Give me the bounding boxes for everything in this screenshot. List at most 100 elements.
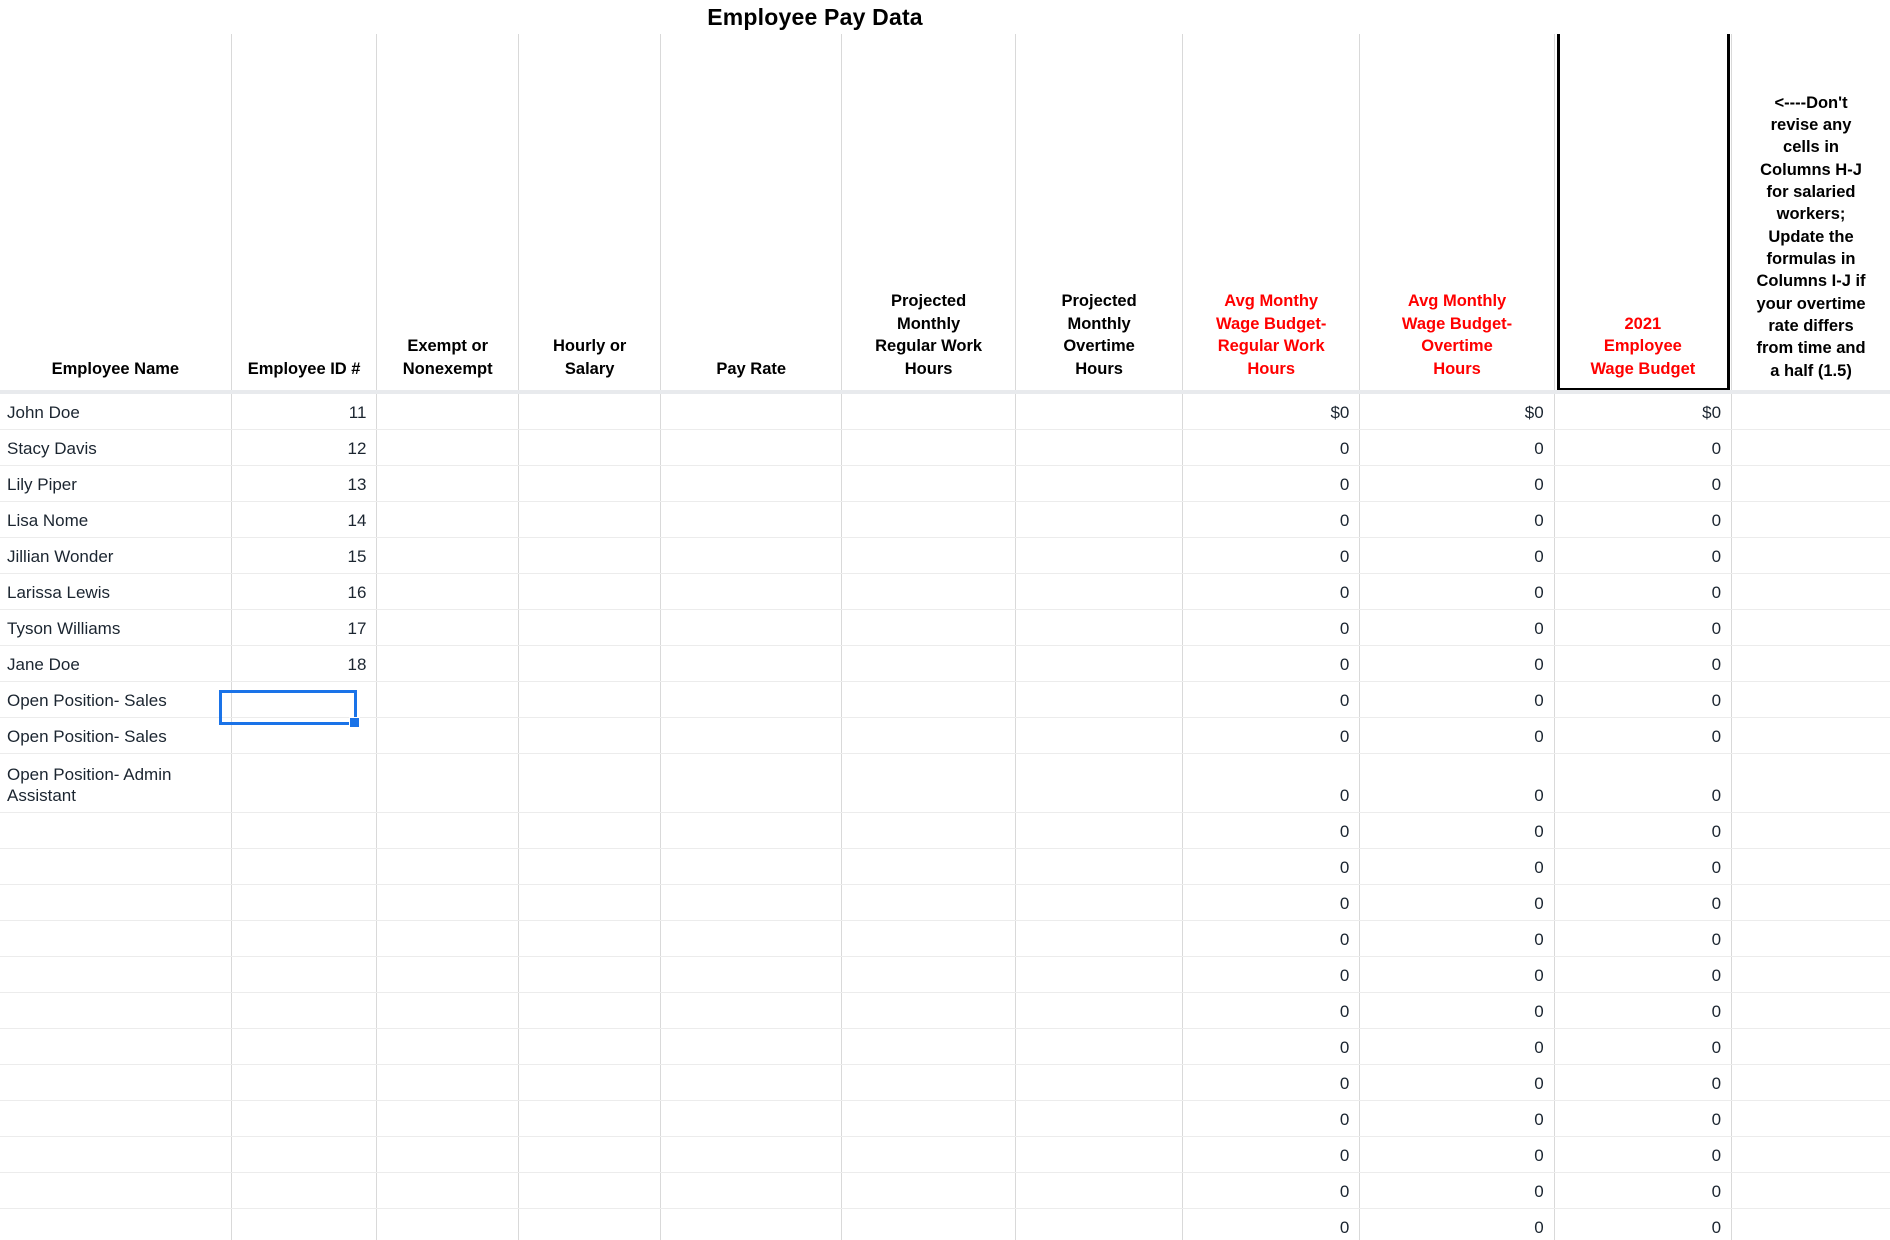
cell-employee-name[interactable]: Larissa Lewis: [0, 573, 232, 610]
cell-avg-budget-overtime[interactable]: 0: [1359, 753, 1555, 813]
cell-avg-budget-regular[interactable]: 0: [1182, 501, 1361, 538]
cell-avg-budget-overtime[interactable]: 0: [1359, 717, 1555, 754]
cell-avg-budget-regular[interactable]: 0: [1182, 681, 1361, 718]
cell-projected-regular-hours[interactable]: [841, 465, 1017, 502]
cell-employee-id[interactable]: [231, 1172, 378, 1209]
cell-employee-id[interactable]: [231, 1064, 378, 1101]
cell-employee-id[interactable]: 16: [231, 573, 378, 610]
cell-employee-wage-budget[interactable]: 0: [1554, 429, 1733, 466]
cell-employee-id[interactable]: [231, 812, 378, 849]
cell-exempt-or-nonexempt[interactable]: [376, 1100, 519, 1137]
cell-avg-budget-regular[interactable]: 0: [1182, 609, 1361, 646]
cell-projected-overtime-hours[interactable]: [1015, 573, 1184, 610]
cell-avg-budget-regular[interactable]: 0: [1182, 920, 1361, 957]
cell-pay-rate[interactable]: [660, 681, 842, 718]
cell-avg-budget-regular[interactable]: 0: [1182, 465, 1361, 502]
cell-projected-regular-hours[interactable]: [841, 537, 1017, 574]
cell-avg-budget-overtime[interactable]: 0: [1359, 884, 1555, 921]
cell-employee-name[interactable]: [0, 1208, 232, 1240]
cell-hourly-or-salary[interactable]: [518, 920, 662, 957]
cell-avg-budget-regular[interactable]: 0: [1182, 1028, 1361, 1065]
cell-avg-budget-overtime[interactable]: 0: [1359, 1208, 1555, 1240]
cell-pay-rate[interactable]: [660, 717, 842, 754]
cell-exempt-or-nonexempt[interactable]: [376, 573, 519, 610]
cell-hourly-or-salary[interactable]: [518, 1136, 662, 1173]
cell-avg-budget-regular[interactable]: 0: [1182, 848, 1361, 885]
cell-hourly-or-salary[interactable]: [518, 681, 662, 718]
cell-avg-budget-overtime[interactable]: 0: [1359, 1028, 1555, 1065]
table-row[interactable]: Lily Piper 13 0 0 0: [0, 465, 1890, 502]
cell-employee-wage-budget[interactable]: 0: [1554, 753, 1733, 813]
cell-avg-budget-regular[interactable]: 0: [1182, 645, 1361, 682]
cell-pay-rate[interactable]: [660, 573, 842, 610]
cell-employee-name[interactable]: Open Position- Sales: [0, 681, 232, 718]
cell-pay-rate[interactable]: [660, 1136, 842, 1173]
cell-avg-budget-overtime[interactable]: 0: [1359, 1136, 1555, 1173]
cell-exempt-or-nonexempt[interactable]: [376, 645, 519, 682]
cell-employee-name[interactable]: Tyson Williams: [0, 609, 232, 646]
table-row[interactable]: Larissa Lewis 16 0 0 0: [0, 573, 1890, 610]
cell-employee-wage-budget[interactable]: 0: [1554, 609, 1733, 646]
cell-avg-budget-regular[interactable]: 0: [1182, 1172, 1361, 1209]
cell-employee-name[interactable]: [0, 1064, 232, 1101]
cell-projected-overtime-hours[interactable]: [1015, 753, 1184, 813]
cell-avg-budget-overtime[interactable]: 0: [1359, 645, 1555, 682]
cell-note[interactable]: [1731, 501, 1890, 538]
cell-avg-budget-regular[interactable]: 0: [1182, 717, 1361, 754]
table-row[interactable]: Jane Doe 18 0 0 0: [0, 645, 1890, 682]
cell-employee-name[interactable]: [0, 884, 232, 921]
cell-projected-regular-hours[interactable]: [841, 1064, 1017, 1101]
cell-exempt-or-nonexempt[interactable]: [376, 848, 519, 885]
cell-hourly-or-salary[interactable]: [518, 884, 662, 921]
cell-pay-rate[interactable]: [660, 1028, 842, 1065]
cell-exempt-or-nonexempt[interactable]: [376, 537, 519, 574]
cell-employee-id[interactable]: 11: [231, 392, 378, 430]
column-header-avg-budget-regular[interactable]: Avg Monthy Wage Budget- Regular Work Hours: [1182, 34, 1361, 394]
cell-note[interactable]: [1731, 956, 1890, 993]
cell-note[interactable]: [1731, 1100, 1890, 1137]
cell-exempt-or-nonexempt[interactable]: [376, 884, 519, 921]
cell-avg-budget-regular[interactable]: 0: [1182, 884, 1361, 921]
cell-projected-regular-hours[interactable]: [841, 1208, 1017, 1240]
cell-projected-overtime-hours[interactable]: [1015, 717, 1184, 754]
cell-projected-regular-hours[interactable]: [841, 501, 1017, 538]
cell-avg-budget-regular[interactable]: 0: [1182, 429, 1361, 466]
cell-projected-overtime-hours[interactable]: [1015, 1208, 1184, 1240]
table-row[interactable]: 0 0 0: [0, 1100, 1890, 1137]
table-row[interactable]: 0 0 0: [0, 1028, 1890, 1065]
cell-employee-name[interactable]: [0, 956, 232, 993]
cell-exempt-or-nonexempt[interactable]: [376, 812, 519, 849]
cell-avg-budget-overtime[interactable]: 0: [1359, 920, 1555, 957]
cell-exempt-or-nonexempt[interactable]: [376, 956, 519, 993]
table-row[interactable]: 0 0 0: [0, 920, 1890, 957]
cell-pay-rate[interactable]: [660, 392, 842, 430]
cell-exempt-or-nonexempt[interactable]: [376, 429, 519, 466]
cell-employee-name[interactable]: Lisa Nome: [0, 501, 232, 538]
table-row[interactable]: 0 0 0: [0, 992, 1890, 1029]
cell-employee-name[interactable]: [0, 920, 232, 957]
cell-avg-budget-overtime[interactable]: 0: [1359, 681, 1555, 718]
cell-pay-rate[interactable]: [660, 429, 842, 466]
cell-projected-regular-hours[interactable]: [841, 1136, 1017, 1173]
cell-note[interactable]: [1731, 392, 1890, 430]
cell-avg-budget-overtime[interactable]: 0: [1359, 501, 1555, 538]
cell-employee-wage-budget[interactable]: 0: [1554, 501, 1733, 538]
cell-projected-regular-hours[interactable]: [841, 573, 1017, 610]
cell-employee-name[interactable]: Open Position- Sales: [0, 717, 232, 754]
cell-note[interactable]: [1731, 1028, 1890, 1065]
cell-employee-id[interactable]: [231, 848, 378, 885]
table-row[interactable]: 0 0 0: [0, 884, 1890, 921]
cell-employee-id[interactable]: [231, 884, 378, 921]
cell-note[interactable]: [1731, 992, 1890, 1029]
cell-projected-overtime-hours[interactable]: [1015, 681, 1184, 718]
cell-projected-regular-hours[interactable]: [841, 956, 1017, 993]
cell-employee-wage-budget[interactable]: 0: [1554, 537, 1733, 574]
cell-hourly-or-salary[interactable]: [518, 645, 662, 682]
cell-hourly-or-salary[interactable]: [518, 392, 662, 430]
cell-projected-regular-hours[interactable]: [841, 392, 1017, 430]
cell-pay-rate[interactable]: [660, 920, 842, 957]
cell-employee-name[interactable]: Stacy Davis: [0, 429, 232, 466]
table-row[interactable]: 0 0 0: [0, 1064, 1890, 1101]
cell-hourly-or-salary[interactable]: [518, 848, 662, 885]
cell-projected-overtime-hours[interactable]: [1015, 537, 1184, 574]
